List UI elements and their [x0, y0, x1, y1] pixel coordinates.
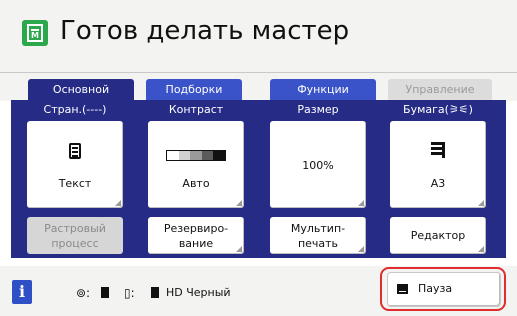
pause-button[interactable]: Пауза [388, 273, 500, 306]
size-value: 100% [302, 159, 334, 172]
pause-label: Пауза [418, 282, 453, 295]
info-button[interactable]: i [12, 280, 32, 304]
contrast-tile[interactable]: Авто [148, 121, 244, 208]
tab-functions[interactable]: Функции [270, 79, 376, 101]
ink-status-indicator [151, 287, 159, 298]
master-roll-icon: ⊚: [76, 286, 91, 300]
editor-label: Редактор [410, 229, 466, 242]
editor-button[interactable]: Редактор [390, 217, 486, 254]
multi-up-label-1: Мультип- [290, 222, 346, 235]
screen-process-button[interactable]: Растровый процесс [27, 217, 123, 254]
header: M Готов делать мастер [0, 0, 517, 73]
reserve-label-1: Резервиро- [163, 222, 229, 235]
multi-up-label-2: печать [297, 237, 339, 250]
size-tile[interactable]: 100% [270, 121, 366, 208]
paper-size-icon [431, 142, 445, 158]
column-label-contrast: Контраст [168, 103, 224, 116]
column-label-pages: Стран.(----) [43, 103, 107, 116]
mode-value: Текст [58, 177, 92, 190]
column-label-paper: Бумага(⚞⚟) [403, 103, 473, 116]
master-making-icon: M [22, 20, 48, 46]
tab-basic[interactable]: Основной [28, 79, 134, 101]
pause-icon [397, 284, 408, 294]
reserve-button[interactable]: Резервиро-вание [148, 217, 244, 254]
tab-admin[interactable]: Управление [388, 79, 492, 101]
text-document-icon [69, 143, 81, 159]
ink-color-label: HD Черный [166, 286, 231, 299]
reserve-label-2: вание [178, 237, 214, 250]
contrast-scale-icon [166, 150, 226, 161]
screen-process-label-1: Растровый [44, 222, 106, 235]
column-label-size: Размер [297, 103, 339, 116]
master-status-indicator [101, 287, 109, 298]
contrast-value: Авто [182, 177, 210, 190]
tab-presets[interactable]: Подборки [146, 79, 242, 101]
multi-up-button[interactable]: Мультип-печать [270, 217, 366, 254]
page-title: Готов делать мастер [60, 16, 350, 46]
paper-value: A3 [430, 177, 446, 190]
mode-tile[interactable]: Текст [27, 121, 123, 208]
screen-process-label-2: процесс [51, 237, 99, 250]
paper-tile[interactable]: A3 [390, 121, 486, 208]
ink-cartridge-icon: ▯: [124, 286, 135, 300]
tab-bar: Основной Подборки Функции Управление [0, 73, 517, 101]
